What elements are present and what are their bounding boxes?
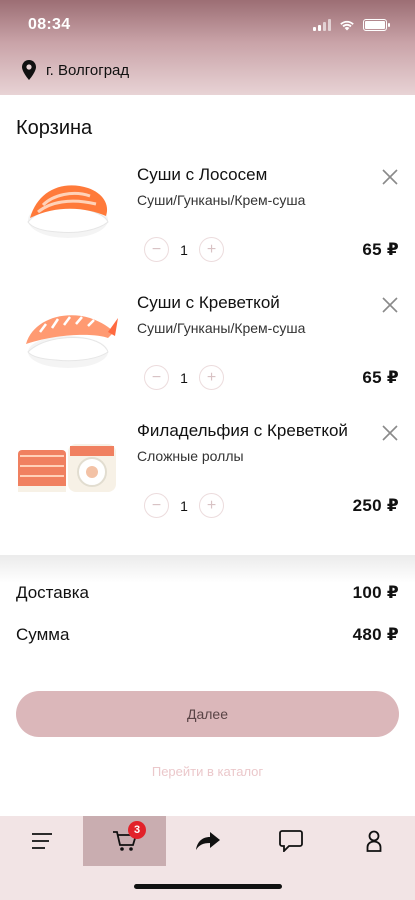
remove-item-button[interactable] [380,423,400,443]
remove-item-button[interactable] [380,295,400,315]
location-city: г. Волгоград [46,61,130,79]
status-bar: 08:34 [0,0,415,50]
decrease-quantity-button[interactable]: − [144,493,169,518]
item-price: 250 ₽ [352,496,399,515]
page-title: Корзина [16,117,93,139]
nav-cart[interactable]: 3 [83,816,166,866]
cart-items: Суши с Лососем Суши/Гунканы/Крем-суша − … [0,150,415,534]
philadelphia-roll-image [18,444,116,492]
cart-badge: 3 [128,821,146,839]
item-category: Сложные роллы [137,448,244,464]
increase-quantity-button[interactable]: + [199,365,224,390]
increase-quantity-button[interactable]: + [199,493,224,518]
delivery-row: Доставка 100 ₽ [16,583,399,603]
remove-item-button[interactable] [380,167,400,187]
nav-share[interactable] [166,816,249,866]
delivery-value: 100 ₽ [352,583,399,602]
decrease-quantity-button[interactable]: − [144,365,169,390]
quantity-stepper: − 1 + [144,237,224,262]
status-icons [313,19,390,31]
location-selector[interactable]: г. Волгоград [22,60,129,80]
location-pin-icon [22,60,36,80]
item-category: Суши/Гунканы/Крем-суша [137,192,306,208]
total-value: 480 ₽ [352,625,399,644]
item-category: Суши/Гунканы/Крем-суша [137,320,306,336]
status-time: 08:34 [28,16,71,33]
increase-quantity-button[interactable]: + [199,237,224,262]
home-indicator [134,884,282,889]
next-button[interactable]: Далее [16,691,399,737]
total-row: Сумма 480 ₽ [16,625,399,645]
decrease-quantity-button[interactable]: − [144,237,169,262]
nav-chat[interactable] [249,816,332,866]
item-name: Суши с Креветкой [137,293,280,312]
quantity-value: 1 [180,497,188,514]
nav-profile[interactable] [332,816,415,866]
quantity-value: 1 [180,241,188,258]
item-price: 65 ₽ [362,240,399,259]
profile-icon [366,830,381,852]
cart-item: Филадельфия с Креветкой Сложные роллы − … [0,406,415,534]
salmon-sushi-image [27,185,109,238]
menu-icon [31,833,52,849]
chat-icon [278,830,303,852]
quantity-stepper: − 1 + [144,365,224,390]
item-name: Суши с Лососем [137,165,268,184]
item-price: 65 ₽ [362,368,399,387]
total-label: Сумма [16,625,70,644]
share-icon [195,832,220,850]
battery-icon [363,19,390,31]
catalog-link[interactable]: Перейти в каталог [0,764,415,779]
cart-item: Суши с Лососем Суши/Гунканы/Крем-суша − … [0,150,415,278]
quantity-stepper: − 1 + [144,493,224,518]
delivery-label: Доставка [16,583,90,602]
shrimp-sushi-image [26,315,118,368]
wifi-icon [340,20,354,31]
signal-icon [313,19,331,31]
cart-item: Суши с Креветкой Суши/Гунканы/Крем-суша … [0,278,415,406]
nav-menu[interactable] [0,816,83,866]
header: 08:34 г. Волгоград [0,0,415,95]
quantity-value: 1 [180,369,188,386]
divider [0,555,415,583]
item-name: Филадельфия с Креветкой [137,421,348,440]
